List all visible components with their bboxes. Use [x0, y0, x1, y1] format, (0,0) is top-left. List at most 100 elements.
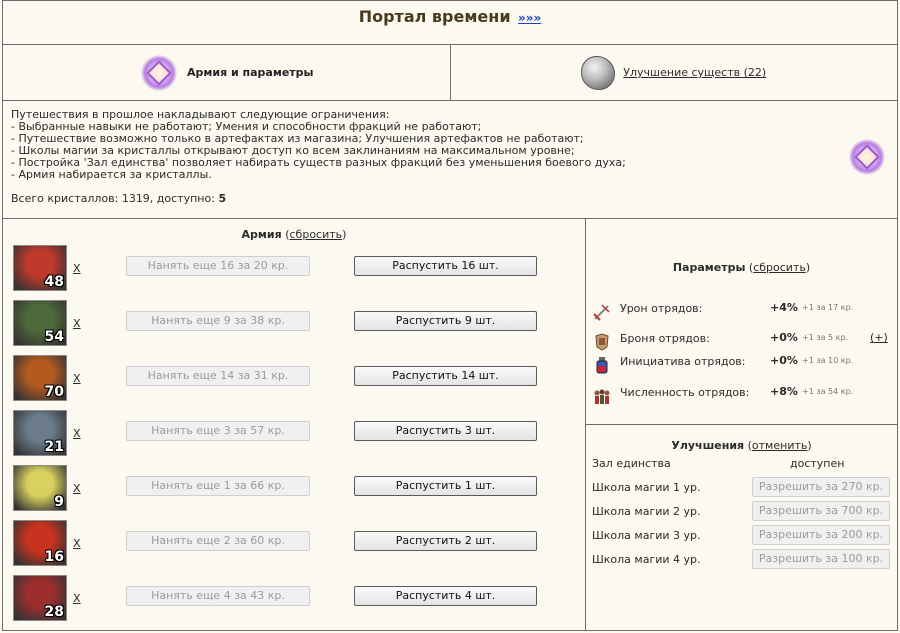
param-row: Инициатива отрядов: +0% +1 за 10 кр.: [592, 354, 892, 382]
creature-portrait: 21: [13, 410, 67, 456]
unit-count: 48: [44, 274, 64, 290]
hall-of-unity-row: Зал единства доступен: [592, 453, 890, 475]
param-value: +0%: [770, 354, 798, 367]
remove-unit-link[interactable]: X: [73, 372, 81, 385]
dismiss-button[interactable]: Распустить 4 шт.: [354, 586, 537, 606]
army-unit-row: 28 X Нанять еще 4 за 43 кр. Распустить 4 шт…: [13, 575, 573, 625]
hire-button: Нанять еще 2 за 60 кр.: [126, 531, 310, 551]
tab-creature-upgrade-label[interactable]: Улучшение существ (22): [623, 66, 766, 79]
tab-creature-upgrade[interactable]: Улучшение существ (22): [449, 45, 898, 100]
right-panels: Параметры (сбросить) Урон отрядов: +4% +1 …: [586, 219, 897, 630]
hire-button: Нанять еще 1 за 66 кр.: [126, 476, 310, 496]
title-row: Портал времени »»»: [3, 1, 897, 45]
magic-school-row: Школа магии 4 ур. Разрешить за 100 кр.: [592, 549, 890, 571]
param-value: +4%: [770, 301, 798, 314]
upgrades-header: Улучшения (отменить): [671, 439, 812, 452]
army-unit-row: 48 X Нанять еще 16 за 20 кр. Распустить 16 …: [13, 245, 573, 295]
army-unit-row: 21 X Нанять еще 3 за 57 кр. Распустить 3 шт…: [13, 410, 573, 460]
unit-count: 28: [44, 604, 64, 620]
add-param-label: +: [874, 331, 884, 344]
creature-portrait: 54: [13, 300, 67, 346]
dismiss-button[interactable]: Распустить 1 шт.: [354, 476, 537, 496]
army-unit-row: 16 X Нанять еще 2 за 60 кр. Распустить 2 шт…: [13, 520, 573, 570]
magic-school-label: Школа магии 2 ур.: [592, 505, 701, 518]
remove-unit-link[interactable]: X: [73, 317, 81, 330]
hall-of-unity-status: доступен: [790, 457, 845, 470]
hire-button: Нанять еще 3 за 57 кр.: [126, 421, 310, 441]
purple-crystal-icon: [847, 137, 887, 177]
army-unit-row: 54 X Нанять еще 9 за 38 кр. Распустить 9 шт…: [13, 300, 573, 350]
creature-portrait: 70: [13, 355, 67, 401]
param-cost: +1 за 17 кр.: [802, 303, 854, 312]
portal-more-link[interactable]: »»»: [518, 11, 541, 25]
purple-crystal-icon: [139, 53, 179, 93]
params-panel: Параметры (сбросить) Урон отрядов: +4% +1 …: [586, 219, 897, 425]
upgrades-cancel-link[interactable]: отменить: [752, 439, 807, 452]
hire-button: Нанять еще 14 за 31 кр.: [126, 366, 310, 386]
param-value: +0%: [770, 331, 798, 344]
creature-portrait: 28: [13, 575, 67, 621]
tab-army-params[interactable]: Армия и параметры: [3, 45, 450, 100]
param-row: Численность отрядов: +8% +1 за 54 кр.: [592, 385, 892, 413]
remove-unit-link[interactable]: X: [73, 537, 81, 550]
magic-school-label: Школа магии 1 ур.: [592, 481, 701, 494]
param-cost: +1 за 5 кр.: [802, 333, 849, 342]
page-title: Портал времени: [358, 7, 511, 26]
remove-unit-link[interactable]: X: [73, 592, 81, 605]
army-header: Армия (сбросить): [241, 228, 347, 241]
army-unit-row: 9 X Нанять еще 1 за 66 кр. Распустить 1 шт.: [13, 465, 573, 515]
bottom-panels: Армия (сбросить) 48 X Нанять еще 16 за 20 …: [3, 219, 897, 630]
params-reset-link[interactable]: сбросить: [753, 261, 806, 274]
magic-school-row: Школа магии 1 ур. Разрешить за 270 кр.: [592, 477, 890, 499]
army-panel: Армия (сбросить) 48 X Нанять еще 16 за 20 …: [3, 219, 586, 630]
dismiss-button[interactable]: Распустить 3 шт.: [354, 421, 537, 441]
param-row: Урон отрядов: +4% +1 за 17 кр.: [592, 301, 892, 329]
remove-unit-link[interactable]: X: [73, 482, 81, 495]
restrictions-info: Путешествия в прошлое накладывают следую…: [3, 101, 897, 219]
armor-icon: [592, 332, 612, 352]
param-cost: +1 за 10 кр.: [802, 356, 854, 365]
magic-school-row: Школа магии 2 ур. Разрешить за 700 кр.: [592, 501, 890, 523]
magic-school-label: Школа магии 4 ур.: [592, 553, 701, 566]
params-header: Параметры (сбросить): [672, 261, 811, 274]
hire-button: Нанять еще 9 за 38 кр.: [126, 311, 310, 331]
army-unit-row: 70 X Нанять еще 14 за 31 кр. Распустить 14 …: [13, 355, 573, 405]
dismiss-button[interactable]: Распустить 2 шт.: [354, 531, 537, 551]
portal-frame: Портал времени »»» Армия и параметры Улу…: [2, 0, 898, 631]
dismiss-button[interactable]: Распустить 16 шт.: [354, 256, 537, 276]
potion-icon: [592, 355, 612, 375]
unit-count: 70: [44, 384, 64, 400]
unlock-school-button: Разрешить за 100 кр.: [752, 549, 890, 569]
creature-portrait: 9: [13, 465, 67, 511]
param-label: Численность отрядов:: [620, 386, 750, 399]
remove-unit-link[interactable]: X: [73, 427, 81, 440]
upgrades-title: Улучшения: [671, 439, 745, 452]
crystal-total: Всего кристаллов: 1319, доступно: 5: [11, 193, 889, 205]
army-reset-link[interactable]: сбросить: [290, 228, 343, 241]
params-title: Параметры: [672, 261, 746, 274]
hire-button: Нанять еще 4 за 43 кр.: [126, 586, 310, 606]
troops-icon: [592, 386, 612, 406]
army-title: Армия: [241, 228, 282, 241]
crystal-total-label: Всего кристаллов: 1319, доступно:: [11, 192, 215, 205]
tabs: Армия и параметры Улучшение существ (22): [3, 45, 897, 101]
unit-count: 21: [44, 439, 64, 455]
dismiss-button[interactable]: Распустить 14 шт.: [354, 366, 537, 386]
magic-school-label: Школа магии 3 ур.: [592, 529, 701, 542]
param-label: Урон отрядов:: [620, 302, 703, 315]
crystal-available: 5: [218, 192, 227, 205]
param-label: Инициатива отрядов:: [620, 355, 746, 368]
upgrades-panel: Улучшения (отменить) Зал единства доступ…: [586, 425, 897, 630]
param-value: +8%: [770, 385, 798, 398]
hire-button: Нанять еще 16 за 20 кр.: [126, 256, 310, 276]
unlock-school-button: Разрешить за 200 кр.: [752, 525, 890, 545]
add-param-link[interactable]: (+): [870, 331, 888, 344]
remove-unit-link[interactable]: X: [73, 262, 81, 275]
hall-of-unity-label: Зал единства: [592, 457, 671, 470]
unit-count: 9: [54, 494, 64, 510]
info-line: - Армия набирается за кристаллы.: [11, 168, 212, 181]
unlock-school-button: Разрешить за 270 кр.: [752, 477, 890, 497]
sword-icon: [592, 302, 612, 322]
gray-stone-icon: [581, 55, 616, 90]
dismiss-button[interactable]: Распустить 9 шт.: [354, 311, 537, 331]
